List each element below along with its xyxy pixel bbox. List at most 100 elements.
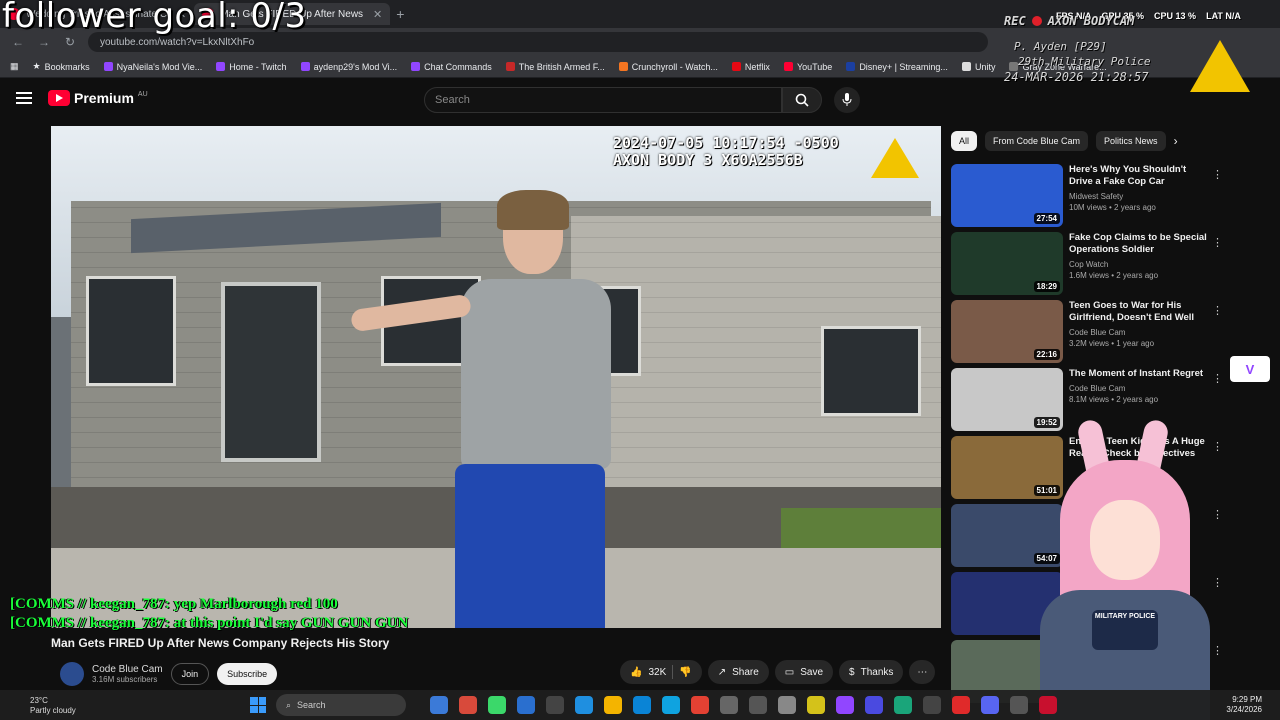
weather-temp: 23°C [30, 696, 48, 705]
app-icon[interactable] [923, 696, 941, 714]
taskbar-clock[interactable]: 9:29 PM 3/24/2026 [1226, 695, 1262, 715]
recommendation-title[interactable]: Teen Goes to War for His Girlfriend, Doe… [1069, 300, 1209, 324]
bookmark-item[interactable]: aydenp29's Mod Vi... [300, 62, 397, 72]
thanks-button[interactable]: $ Thanks [839, 660, 904, 684]
bookmark-item[interactable]: Chat Commands [411, 62, 492, 72]
recommendation-channel: Cop Watch [1069, 260, 1109, 269]
recommendation-item[interactable]: 18:29 Fake Cop Claims to be Special Opera… [951, 232, 1223, 300]
follower-goal-overlay: follower goal: 0/3 [2, 0, 307, 36]
weather-widget[interactable]: 23°C Partly cloudy [30, 696, 76, 716]
chevron-right-icon[interactable]: › [1174, 134, 1178, 148]
join-button[interactable]: Join [170, 663, 210, 685]
chat-overlay: [COMMS // keegan_787: yep Marlborough re… [10, 596, 420, 634]
recommendation-item[interactable]: 27:54 Here's Why You Shouldn't Drive a Fa… [951, 164, 1223, 232]
recommendation-channel: Midwest Safety [1069, 192, 1124, 201]
app-icon[interactable] [662, 696, 680, 714]
bookmark-label: Chat Commands [424, 61, 492, 72]
recommendation-meta: 10M views • 2 years ago [1069, 203, 1156, 212]
discord-icon[interactable] [981, 696, 999, 714]
new-tab-icon[interactable]: + [396, 6, 404, 22]
bookmark-item[interactable]: Home - Twitch [216, 62, 287, 72]
share-button[interactable]: ↗ Share [707, 660, 769, 684]
search-input[interactable]: Search [424, 87, 782, 113]
search-icon [795, 93, 809, 107]
reload-icon[interactable]: ↻ [62, 35, 78, 49]
bookmark-item[interactable]: Unity [961, 62, 995, 72]
chip-politics-news[interactable]: Politics News [1096, 131, 1166, 151]
taskbar-apps [430, 696, 1057, 714]
more-vertical-icon[interactable]: ⋮ [1212, 236, 1223, 249]
youtube-logo[interactable]: Premium AU [48, 90, 148, 106]
close-tab-icon[interactable]: ✕ [373, 8, 382, 21]
subscribe-button[interactable]: Subscribe [217, 663, 278, 685]
file-explorer-icon[interactable] [430, 696, 448, 714]
share-label: Share [732, 666, 759, 678]
taskbar-search-label: Search [297, 700, 326, 710]
channel-avatar[interactable] [60, 662, 84, 686]
bookmark-label: Bookmarks [44, 61, 90, 72]
back-icon[interactable]: ← [10, 35, 26, 49]
voice-search-button[interactable] [834, 87, 860, 113]
youtube-icon [783, 62, 793, 71]
app-icon[interactable] [459, 696, 477, 714]
bookmark-item[interactable]: ★ Bookmarks [33, 61, 90, 72]
filter-chips: All From Code Blue Cam Politics News › [951, 131, 1178, 151]
video-thumbnail[interactable]: 27:54 [951, 164, 1063, 227]
folder-icon[interactable] [604, 696, 622, 714]
taskbar-search[interactable]: ⌕ Search [276, 694, 406, 716]
more-vertical-icon[interactable]: ⋮ [1212, 372, 1223, 385]
more-vertical-icon[interactable]: ⋮ [1212, 304, 1223, 317]
video-thumbnail[interactable]: 18:29 [951, 232, 1063, 295]
bookmark-item[interactable]: ▦ [10, 61, 19, 72]
bookmark-item[interactable]: Netflix [731, 62, 770, 72]
menu-icon[interactable] [16, 92, 32, 104]
recommendation-title[interactable]: Here's Why You Shouldn't Drive a Fake Co… [1069, 164, 1209, 188]
app-icon[interactable] [778, 696, 796, 714]
twitch-logo-icon[interactable]: V [1230, 356, 1270, 382]
video-thumbnail[interactable]: 22:16 [951, 300, 1063, 363]
recommendation-item[interactable]: 22:16 Teen Goes to War for His Girlfriend… [951, 300, 1223, 368]
app-icon[interactable] [1039, 696, 1057, 714]
vscode-icon[interactable] [517, 696, 535, 714]
chip-from-channel[interactable]: From Code Blue Cam [985, 131, 1089, 151]
bookmark-label: NyaNeila's Mod Vie... [116, 61, 203, 72]
windows-start-icon[interactable] [250, 697, 266, 713]
bookmark-item[interactable]: Crunchyroll - Watch... [618, 62, 718, 72]
app-icon[interactable] [749, 696, 767, 714]
app-icon[interactable] [720, 696, 738, 714]
windows-taskbar: 23°C Partly cloudy ⌕ Search 9:29 PM 3/24… [0, 690, 1280, 720]
star-icon: ★ [32, 61, 41, 71]
edge-icon[interactable] [633, 696, 651, 714]
forward-icon[interactable]: → [36, 35, 52, 49]
save-button[interactable]: ▭ Save [774, 660, 834, 684]
bookmark-item[interactable]: YouTube [783, 61, 833, 72]
app-icon[interactable] [807, 696, 825, 714]
app-icon[interactable] [1010, 696, 1028, 714]
microphone-icon [842, 93, 852, 106]
bookmark-label: YouTube [796, 61, 833, 72]
recommendation-title[interactable]: Fake Cop Claims to be Special Operations… [1069, 232, 1209, 256]
twitch-icon[interactable] [836, 696, 854, 714]
bookmark-item[interactable]: Disney+ | Streaming... [846, 62, 948, 72]
app-icon[interactable] [865, 696, 883, 714]
app-icon[interactable] [894, 696, 912, 714]
search-button[interactable] [782, 87, 822, 113]
recommendation-title[interactable]: The Moment of Instant Regret [1069, 368, 1209, 380]
app-icon[interactable] [575, 696, 593, 714]
bookmark-item[interactable]: The British Armed F... [505, 62, 605, 72]
app-icon[interactable] [952, 696, 970, 714]
like-button[interactable]: 👍 32K 👎 [620, 660, 702, 684]
video-player[interactable]: 2024-07-05 10:17:54 -0500 AXON BODY 3 X60… [51, 126, 941, 628]
chip-all[interactable]: All [951, 131, 978, 151]
more-vertical-icon[interactable]: ⋮ [1212, 168, 1223, 181]
app-icon[interactable] [546, 696, 564, 714]
more-actions-button[interactable]: ⋯ [909, 660, 936, 684]
thumbs-down-icon[interactable]: 👎 [679, 667, 691, 678]
apps-icon: ▦ [10, 61, 19, 71]
app-icon[interactable] [488, 696, 506, 714]
chrome-icon[interactable] [691, 696, 709, 714]
bookmark-item[interactable]: NyaNeila's Mod Vie... [103, 61, 203, 72]
axon-badge-icon [1190, 40, 1250, 92]
vtuber-face [1090, 500, 1160, 580]
channel-name[interactable]: Code Blue Cam [92, 664, 163, 675]
